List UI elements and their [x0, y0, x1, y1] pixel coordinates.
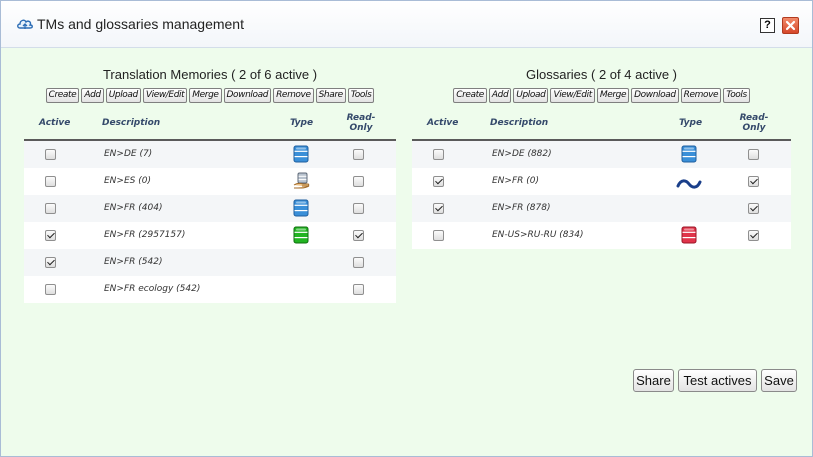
- active-checkbox[interactable]: [433, 149, 444, 160]
- toolbar-tools-button[interactable]: Tools: [723, 88, 750, 103]
- toolbar-add-button[interactable]: Add: [81, 88, 104, 103]
- table-row[interactable]: EN>FR (2957157): [24, 222, 396, 249]
- glossary-grid-header: Active Description Type Read- Only: [412, 113, 791, 141]
- header-type[interactable]: Type: [679, 118, 702, 128]
- read-only-checkbox[interactable]: [748, 203, 759, 214]
- db-blue-icon: [293, 199, 309, 221]
- toolbar-upload-button[interactable]: Upload: [105, 88, 141, 103]
- db-blue-icon: [293, 145, 309, 167]
- tm-panel-title: Translation Memories ( 2 of 6 active ): [102, 67, 318, 82]
- table-row[interactable]: EN>ES (0): [24, 168, 396, 195]
- table-row[interactable]: EN>FR (0): [412, 168, 791, 195]
- toolbar-add-button[interactable]: Add: [488, 88, 512, 103]
- active-checkbox[interactable]: [45, 176, 56, 187]
- toolbar-upload-button[interactable]: Upload: [513, 88, 549, 103]
- toolbar-merge-button[interactable]: Merge: [596, 88, 630, 103]
- header-read-only-line1: Read-: [346, 113, 376, 123]
- toolbar-download-button[interactable]: Download: [631, 88, 679, 103]
- dialog-title: TMs and glossaries management: [37, 16, 244, 32]
- row-description: EN>FR (2957157): [104, 230, 186, 240]
- read-only-checkbox[interactable]: [748, 149, 759, 160]
- read-only-checkbox[interactable]: [353, 230, 364, 241]
- table-row[interactable]: EN>DE (882): [412, 141, 791, 168]
- tms-glossaries-dialog: TMs and glossaries management ? Translat…: [0, 0, 813, 457]
- header-active[interactable]: Active: [427, 118, 458, 128]
- active-checkbox[interactable]: [45, 230, 56, 241]
- read-only-checkbox[interactable]: [353, 284, 364, 295]
- row-description: EN>FR ecology (542): [104, 284, 201, 294]
- test-actives-button[interactable]: Test actives: [678, 369, 757, 392]
- read-only-checkbox[interactable]: [353, 257, 364, 268]
- read-only-checkbox[interactable]: [353, 176, 364, 187]
- toolbar-view-edit-button[interactable]: View/Edit: [142, 88, 188, 103]
- tm-rows: EN>DE (7) EN>ES (0) EN>FR (404) EN>FR (2957…: [24, 141, 396, 303]
- table-row[interactable]: EN>FR (404): [24, 195, 396, 222]
- glossary-panel-title: Glossaries ( 2 of 4 active ): [526, 67, 677, 82]
- read-only-checkbox[interactable]: [353, 203, 364, 214]
- read-only-checkbox[interactable]: [748, 176, 759, 187]
- toolbar-remove-button[interactable]: Remove: [273, 88, 314, 103]
- toolbar-merge-button[interactable]: Merge: [189, 88, 222, 103]
- toolbar-download-button[interactable]: Download: [223, 88, 272, 103]
- toolbar-share-button[interactable]: Share: [315, 88, 346, 103]
- glossary-rows: EN>DE (882) EN>FR (0) EN>FR (878) EN-US>RU-…: [412, 141, 791, 249]
- tm-grid: Active Description Type Read- Only EN>DE…: [24, 113, 396, 303]
- glossary-grid: Active Description Type Read- Only EN>DE…: [412, 113, 791, 249]
- header-active[interactable]: Active: [39, 118, 70, 128]
- row-description: EN>FR (0): [492, 176, 539, 186]
- toolbar-create-button[interactable]: Create: [453, 88, 487, 103]
- tm-grid-header: Active Description Type Read- Only: [24, 113, 396, 141]
- table-row[interactable]: EN-US>RU-RU (834): [412, 222, 791, 249]
- header-read-only-line1: Read-: [739, 113, 769, 123]
- table-row[interactable]: EN>DE (7): [24, 141, 396, 168]
- header-type[interactable]: Type: [290, 118, 313, 128]
- active-checkbox[interactable]: [45, 257, 56, 268]
- help-button[interactable]: ?: [760, 18, 775, 33]
- row-description: EN>ES (0): [104, 176, 151, 186]
- active-checkbox[interactable]: [45, 203, 56, 214]
- table-row[interactable]: EN>FR ecology (542): [24, 276, 396, 303]
- tilde-icon: [676, 176, 702, 195]
- active-checkbox[interactable]: [45, 149, 56, 160]
- db-red-icon: [681, 226, 697, 248]
- header-read-only[interactable]: Read- Only: [346, 113, 376, 133]
- row-description: EN-US>RU-RU (834): [492, 230, 584, 240]
- toolbar-create-button[interactable]: Create: [45, 88, 80, 103]
- row-description: EN>DE (882): [492, 149, 552, 159]
- toolbar-view-edit-button[interactable]: View/Edit: [550, 88, 595, 103]
- table-row[interactable]: EN>FR (542): [24, 249, 396, 276]
- tm-toolbar: Create Add Upload View/Edit Merge Download Rem…: [24, 88, 396, 103]
- active-checkbox[interactable]: [433, 176, 444, 187]
- close-icon: [785, 20, 796, 31]
- read-only-checkbox[interactable]: [353, 149, 364, 160]
- toolbar-remove-button[interactable]: Remove: [680, 88, 722, 103]
- db-blue-icon: [681, 145, 697, 167]
- row-description: EN>DE (7): [104, 149, 153, 159]
- header-read-only-line2: Only: [349, 123, 373, 133]
- row-description: EN>FR (542): [104, 257, 163, 267]
- header-read-only-line2: Only: [742, 123, 766, 133]
- active-checkbox[interactable]: [433, 203, 444, 214]
- db-hand-icon: [293, 172, 311, 194]
- title-bar: TMs and glossaries management ?: [1, 1, 812, 48]
- share-button[interactable]: Share: [633, 369, 674, 392]
- read-only-checkbox[interactable]: [748, 230, 759, 241]
- header-description[interactable]: Description: [490, 118, 548, 128]
- table-row[interactable]: EN>FR (878): [412, 195, 791, 222]
- toolbar-tools-button[interactable]: Tools: [347, 88, 375, 103]
- db-green-icon: [293, 226, 309, 248]
- header-description[interactable]: Description: [102, 118, 160, 128]
- row-description: EN>FR (404): [104, 203, 163, 213]
- active-checkbox[interactable]: [45, 284, 56, 295]
- cloud-icon: [17, 19, 33, 29]
- active-checkbox[interactable]: [433, 230, 444, 241]
- glossary-toolbar: Create Add Upload View/Edit Merge Download Rem…: [412, 88, 791, 103]
- header-read-only[interactable]: Read- Only: [739, 113, 769, 133]
- row-description: EN>FR (878): [492, 203, 551, 213]
- close-button[interactable]: [782, 17, 799, 34]
- save-button[interactable]: Save: [761, 369, 797, 392]
